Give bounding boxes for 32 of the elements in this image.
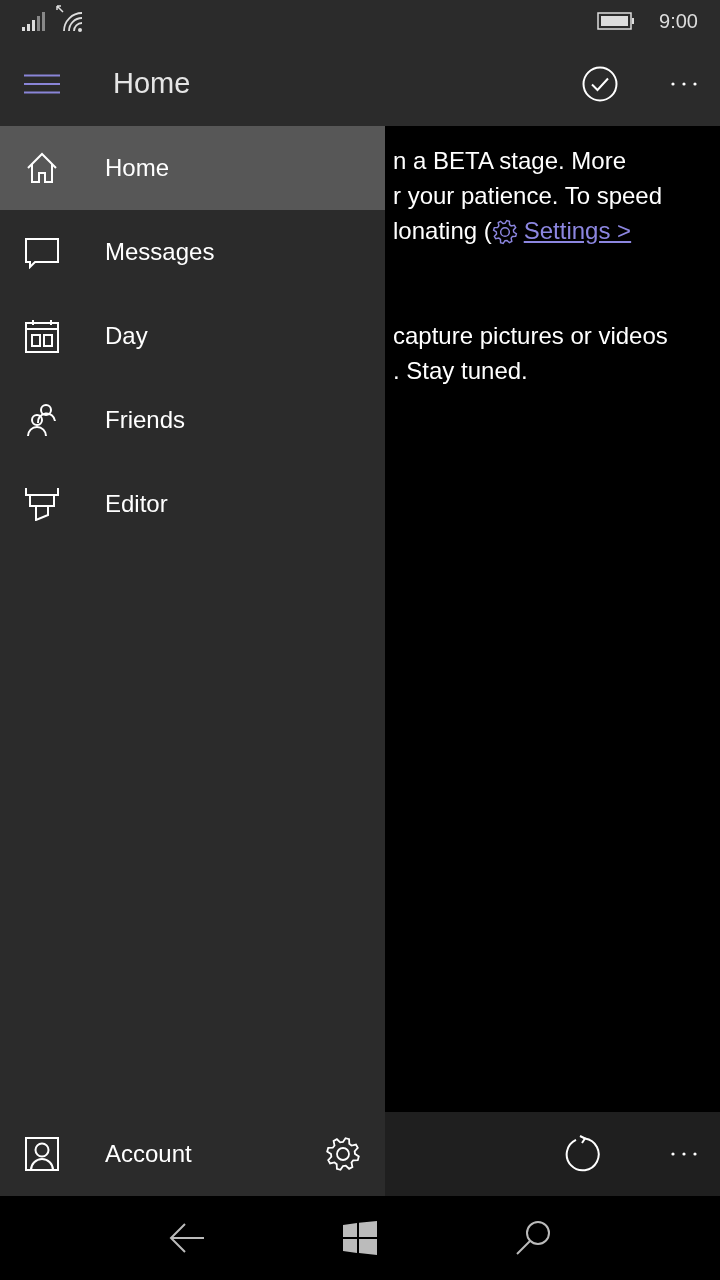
signal-icon bbox=[22, 12, 48, 32]
windows-logo-icon bbox=[343, 1221, 377, 1255]
drawer-item[interactable]: Home bbox=[0, 126, 385, 210]
back-arrow-icon bbox=[169, 1223, 205, 1253]
settings-icon bbox=[325, 1136, 361, 1172]
body-text: r your patience. To speed bbox=[393, 181, 663, 211]
calendar-icon bbox=[25, 319, 59, 353]
more-icon bbox=[671, 1152, 697, 1156]
clock-time: 9:00 bbox=[659, 9, 698, 34]
body-text: lonating ( bbox=[393, 216, 492, 246]
body-text: capture pictures or videos bbox=[393, 321, 668, 351]
account-icon bbox=[25, 1137, 59, 1171]
drawer-item[interactable]: Editor bbox=[0, 462, 385, 546]
search-icon bbox=[515, 1220, 551, 1256]
settings-link[interactable]: Settings > bbox=[491, 213, 632, 249]
settings-icon bbox=[491, 219, 518, 245]
body-text: n a BETA stage. More bbox=[393, 146, 626, 176]
battery-icon bbox=[597, 12, 636, 30]
more-icon bbox=[671, 82, 697, 86]
checkmark-circle-icon bbox=[582, 66, 618, 102]
speech-bubble-icon bbox=[25, 235, 59, 269]
refresh-icon bbox=[563, 1135, 601, 1173]
drawer-item[interactable]: Day bbox=[0, 294, 385, 378]
home-icon bbox=[25, 151, 59, 185]
page-title: Home bbox=[113, 66, 191, 102]
menu-icon bbox=[24, 74, 60, 94]
drawer-item[interactable]: Friends bbox=[0, 378, 385, 462]
wifi-icon bbox=[56, 5, 84, 33]
people-icon bbox=[25, 403, 59, 437]
highlighter-icon bbox=[25, 487, 59, 521]
drawer-item[interactable]: Messages bbox=[0, 210, 385, 294]
body-text: . Stay tuned. bbox=[393, 356, 528, 386]
